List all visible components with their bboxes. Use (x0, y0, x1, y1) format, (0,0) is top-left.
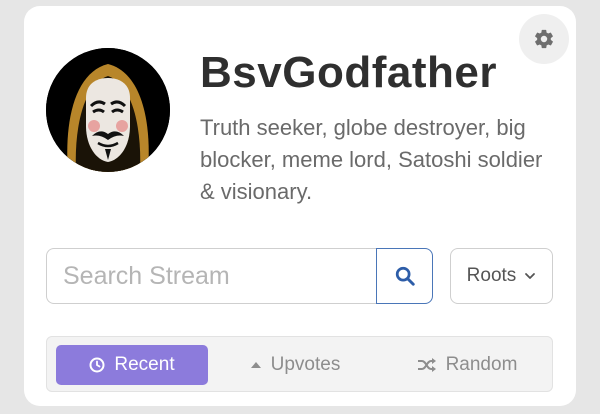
guy-fawkes-mask-avatar-icon (46, 48, 170, 172)
caret-up-icon (250, 362, 261, 368)
tab-upvotes-label: Upvotes (270, 354, 341, 375)
profile-bio: Truth seeker, globe destroyer, big block… (200, 115, 543, 204)
tab-random[interactable]: Random (407, 345, 527, 385)
profile-card: BsvGodfather Truth seeker, globe destroy… (24, 6, 576, 406)
gear-icon (535, 29, 553, 49)
tab-upvotes[interactable]: Upvotes (235, 345, 355, 385)
shuffle-icon (417, 358, 436, 372)
search-button[interactable] (376, 248, 433, 304)
tab-recent-label: Recent (114, 354, 175, 375)
profile-name: BsvGodfather (200, 48, 497, 97)
search-input[interactable] (46, 248, 376, 304)
clock-icon (89, 357, 105, 373)
search-icon (395, 266, 415, 286)
sort-tabs: Recent Upvotes Random (46, 336, 553, 392)
tab-random-label: Random (445, 354, 518, 375)
avatar[interactable] (46, 48, 170, 172)
chevron-down-icon (525, 273, 536, 279)
settings-button[interactable] (519, 14, 569, 64)
search-bar (46, 248, 433, 304)
roots-dropdown[interactable]: Roots (450, 248, 553, 304)
roots-dropdown-label: Roots (466, 265, 517, 286)
tab-recent[interactable]: Recent (56, 345, 208, 385)
